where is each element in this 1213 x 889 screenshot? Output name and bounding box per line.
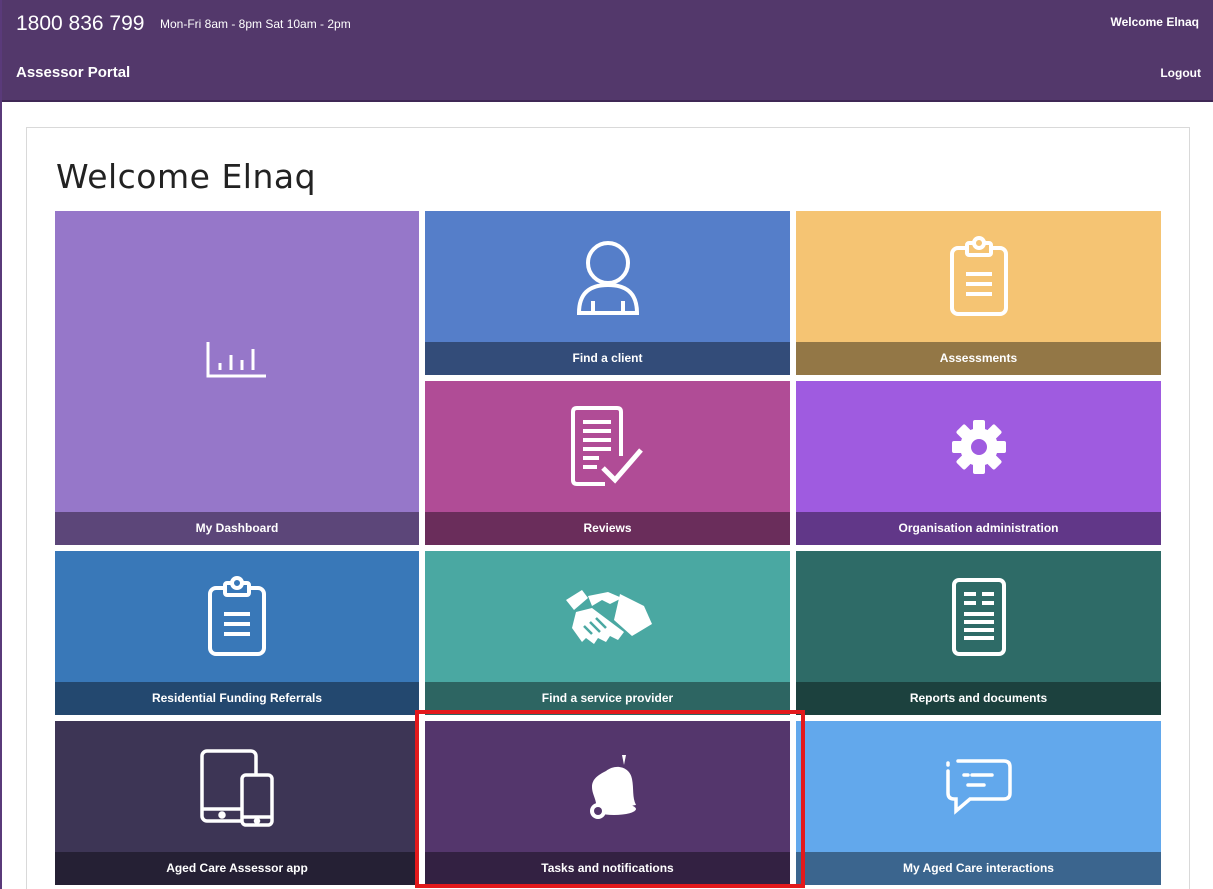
portal-title[interactable]: Assessor Portal [16,64,130,81]
tablet-phone-icon [200,748,274,827]
tile-label: Reviews [425,512,790,545]
page-title: Welcome Elnaq [56,157,317,196]
tile-label: Tasks and notifications [425,852,790,885]
logout-link[interactable]: Logout [1160,66,1201,80]
bar-chart-icon [206,341,266,377]
phone-number: 1800 836 799 [16,12,145,35]
bell-icon [589,754,636,819]
tile-label: Assessments [796,342,1161,375]
tile-organisation-administration[interactable]: Organisation administration [796,381,1161,545]
top-header: 1800 836 799 Mon-Fri 8am - 8pm Sat 10am … [0,0,1213,102]
document-check-icon [570,405,643,486]
handshake-icon [565,589,652,644]
tile-label: Reports and documents [796,682,1161,715]
clipboard-icon [208,575,266,656]
chat-icon [945,758,1012,815]
tile-aged-care-assessor-app[interactable]: Aged Care Assessor app [55,721,419,885]
tile-label: Organisation administration [796,512,1161,545]
tile-label: Find a service provider [425,682,790,715]
tile-label: My Dashboard [55,512,419,545]
tile-my-aged-care-interactions[interactable]: My Aged Care interactions [796,721,1161,885]
gear-icon [951,419,1006,474]
tile-label: Find a client [425,342,790,375]
clipboard-icon [949,235,1008,316]
document-icon [951,577,1006,656]
tile-label: My Aged Care interactions [796,852,1161,885]
tile-reports-and-documents[interactable]: Reports and documents [796,551,1161,715]
tile-my-dashboard[interactable]: My Dashboard [55,211,419,545]
user-welcome: Welcome Elnaq [1110,15,1199,29]
tile-tasks-and-notifications[interactable]: Tasks and notifications [425,721,790,885]
tile-find-a-client[interactable]: Find a client [425,211,790,375]
opening-hours: Mon-Fri 8am - 8pm Sat 10am - 2pm [160,17,351,31]
tile-residential-funding-referrals[interactable]: Residential Funding Referrals [55,551,419,715]
tile-find-a-service-provider[interactable]: Find a service provider [425,551,790,715]
tile-reviews[interactable]: Reviews [425,381,790,545]
tile-label: Residential Funding Referrals [55,682,419,715]
tile-assessments[interactable]: Assessments [796,211,1161,375]
user-icon [576,240,639,315]
tile-label: Aged Care Assessor app [55,852,419,885]
